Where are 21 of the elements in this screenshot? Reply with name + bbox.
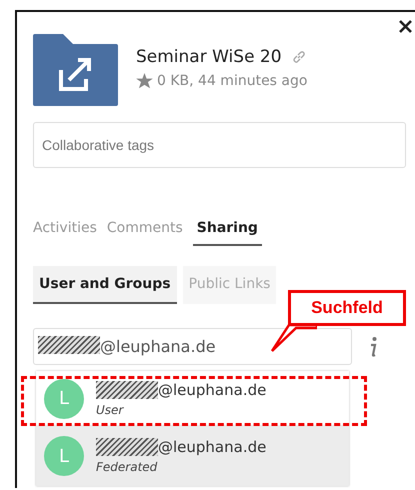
tab[interactable]: Sharing xyxy=(192,218,262,246)
file-title: Seminar WiSe 20 xyxy=(136,47,282,67)
info-icon[interactable] xyxy=(368,336,378,358)
avatar: L xyxy=(44,378,84,418)
suggestion-type: User xyxy=(96,402,125,416)
tags-field[interactable]: Collaborative tags xyxy=(33,122,406,168)
suggestion-item[interactable]: L @leuphana.de Federated xyxy=(36,426,349,486)
avatar: L xyxy=(44,436,84,476)
close-icon[interactable] xyxy=(399,20,412,33)
star-icon[interactable] xyxy=(136,73,153,89)
suggestion-type: Federated xyxy=(96,460,158,474)
callout-pointer xyxy=(271,324,317,352)
link-icon[interactable] xyxy=(292,50,306,64)
suggestion-email: @leuphana.de xyxy=(158,438,266,456)
file-meta: 0 KB, 44 minutes ago xyxy=(157,73,308,89)
search-value: @leuphana.de xyxy=(100,337,216,356)
suggestion-email: @leuphana.de xyxy=(158,380,266,398)
suggestion-item[interactable]: L @leuphana.de User xyxy=(36,371,349,426)
subtab[interactable]: User and Groups xyxy=(33,266,177,304)
search-field[interactable]: @leuphana.de xyxy=(33,328,352,365)
shared-folder-icon xyxy=(33,34,118,106)
